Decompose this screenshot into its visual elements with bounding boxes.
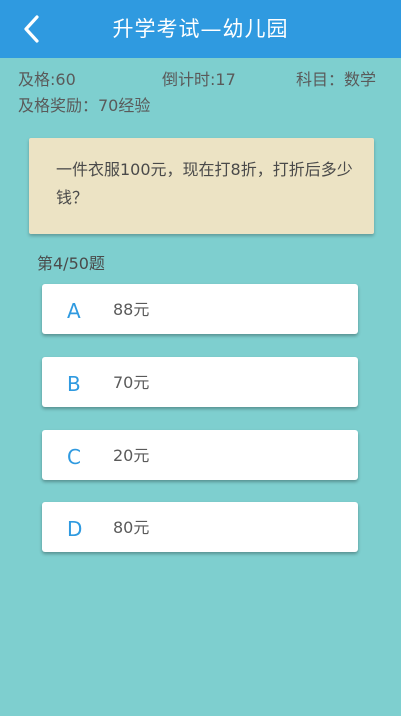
option-letter: C <box>67 445 81 469</box>
option-letter: A <box>67 299 81 323</box>
option-a-button[interactable]: A 88元 <box>42 284 358 334</box>
subject-label: 科目：数学 <box>296 70 377 89</box>
page-title: 升学考试—幼儿园 <box>112 17 289 41</box>
option-text: 80元 <box>113 518 150 537</box>
option-c-button[interactable]: C 20元 <box>42 430 358 480</box>
option-text: 88元 <box>113 300 150 319</box>
option-text: 20元 <box>113 446 150 465</box>
pass-reward-label: 及格奖励：70经验 <box>18 96 151 115</box>
question-card: 一件衣服100元，现在打8折，打折后多少钱？ <box>29 138 374 234</box>
option-b-button[interactable]: B 70元 <box>42 357 358 407</box>
option-text: 70元 <box>113 373 150 392</box>
option-letter: B <box>67 372 81 396</box>
option-d-button[interactable]: D 80元 <box>42 502 358 552</box>
option-letter: D <box>67 517 83 541</box>
pass-score-label: 及格:60 <box>18 70 76 89</box>
question-text: 一件衣服100元，现在打8折，打折后多少钱？ <box>56 160 353 207</box>
countdown-timer: 倒计时:17 <box>162 70 236 89</box>
question-progress: 第4/50题 <box>37 254 105 273</box>
top-bar: 升学考试—幼儿园 <box>0 0 401 58</box>
